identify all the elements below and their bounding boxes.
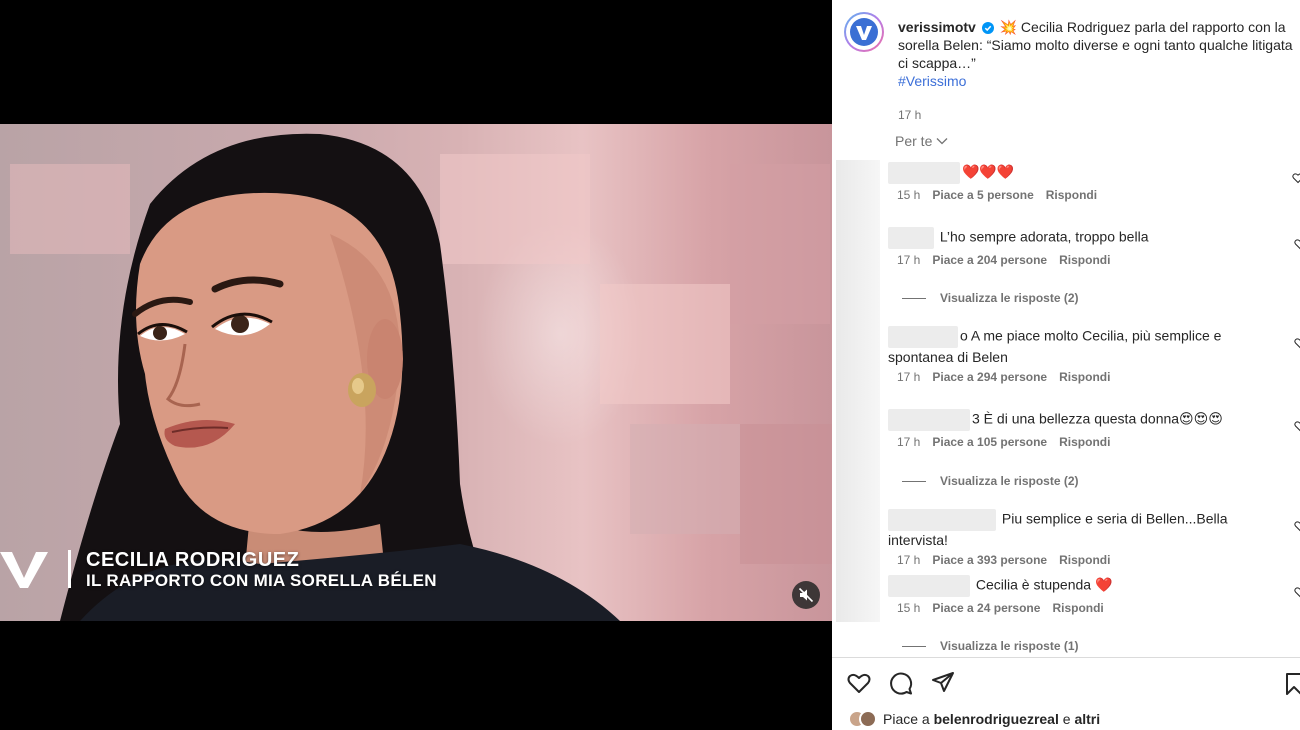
comment-item: L’ho sempre adorata, troppo bella 17 h P… [888,227,1288,267]
post-action-bar [846,670,956,696]
mute-button[interactable] [792,581,820,609]
lower-third-divider [68,550,71,588]
lower-third-subtitle: IL RAPPORTO CON MIA SORELLA BÉLEN [86,571,437,590]
view-replies-button[interactable]: Visualizza le risposte (2) [902,291,1079,305]
blurred-strip [836,160,880,622]
username-link[interactable]: verissimotv [898,19,976,35]
comment-likes-link[interactable]: Piace a 105 persone [932,435,1047,449]
share-icon[interactable] [930,670,956,696]
reply-button[interactable]: Rispondi [1059,435,1110,449]
comment-time: 17 h [897,253,921,267]
comment-text: Cecilia è stupenda ❤️ [975,576,1113,593]
woman-portrait [60,133,620,621]
verified-badge-icon [981,22,994,34]
lower-third-name: CECILIA RODRIGUEZ [86,549,300,571]
redacted-username [888,575,970,597]
comment-text: L’ho sempre adorata, troppo bella [939,228,1149,245]
comment-item: ❤️❤️❤️ 15 h Piace a 5 persone Rispondi [888,162,1288,202]
video-frame[interactable]: CECILIA RODRIGUEZ IL RAPPORTO CON MIA SO… [0,124,832,621]
comment-likes-link[interactable]: Piace a 294 persone [932,370,1047,384]
verissimo-logo-icon [850,18,878,46]
liker-username-link[interactable]: belenrodriguezreal [934,711,1059,727]
view-replies-button[interactable]: Visualizza le risposte (1) [902,639,1079,653]
comment-text: 3 È di una bellezza questa donna😍😍😍 [972,410,1223,427]
hashtag-link[interactable]: #Verissimo [898,72,1298,90]
caption-timestamp: 17 h [898,108,922,122]
comment-like-icon[interactable] [1294,420,1300,432]
redacted-username [888,326,958,348]
verissimo-v-logo [0,552,48,588]
likes-connector: e [1062,711,1071,727]
post-side-panel: verissimotv 💥 Cecilia Rodriguez parla de… [832,0,1300,730]
avatar[interactable] [844,12,884,52]
comment-likes-link[interactable]: Piace a 24 persone [932,601,1040,615]
video-pane[interactable]: CECILIA RODRIGUEZ IL RAPPORTO CON MIA SO… [0,0,832,730]
comment-likes-link[interactable]: Piace a 204 persone [932,253,1047,267]
comment-like-icon[interactable] [1294,238,1300,250]
redacted-username [888,509,996,531]
avatar [859,710,877,728]
comment-time: 15 h [897,188,921,202]
comment-like-icon[interactable] [1292,172,1300,184]
sort-label: Per te [895,133,933,149]
likes-prefix: Piace a [883,711,930,727]
chevron-down-icon [936,138,948,145]
comment-item: o A me piace molto Cecilia, più semplice… [888,326,1288,384]
redacted-username [888,227,934,249]
divider [832,657,1300,658]
comment-time: 17 h [897,435,921,449]
comment-item: Piu semplice e seria di Bellen...Bella i… [888,509,1288,567]
view-replies-label: Visualizza le risposte (1) [940,639,1079,653]
reply-button[interactable]: Rispondi [1046,188,1097,202]
redacted-username [888,409,970,431]
comment-sort-toggle[interactable]: Per te [895,133,948,149]
heart-icon[interactable] [846,670,872,696]
comment-item: 3 È di una bellezza questa donna😍😍😍 17 h… [888,409,1288,449]
view-replies-label: Visualizza le risposte (2) [940,474,1079,488]
comment-likes-link[interactable]: Piace a 5 persone [932,188,1033,202]
view-replies-button[interactable]: Visualizza le risposte (2) [902,474,1079,488]
comment-icon[interactable] [888,670,914,696]
caption-text: verissimotv 💥 Cecilia Rodriguez parla de… [898,18,1298,90]
likes-others-link[interactable]: altri [1074,711,1100,727]
view-replies-label: Visualizza le risposte (2) [940,291,1079,305]
comment-like-icon[interactable] [1294,337,1300,349]
reply-button[interactable]: Rispondi [1059,370,1110,384]
bookmark-icon[interactable] [1284,672,1300,696]
reply-button[interactable]: Rispondi [1052,601,1103,615]
comment-text: ❤️❤️❤️ [962,163,1015,180]
redacted-username [888,162,960,184]
speaker-muted-icon [798,587,814,603]
reply-button[interactable]: Rispondi [1059,553,1110,567]
comment-item: Cecilia è stupenda ❤️ 15 h Piace a 24 pe… [888,575,1288,615]
comment-like-icon[interactable] [1294,586,1300,598]
comment-likes-link[interactable]: Piace a 393 persone [932,553,1047,567]
reply-button[interactable]: Rispondi [1059,253,1110,267]
comment-time: 17 h [897,370,921,384]
comment-like-icon[interactable] [1294,520,1300,532]
likes-summary: Piace a belenrodriguezreal e altri [848,710,1100,728]
comment-time: 15 h [897,601,921,615]
comment-time: 17 h [897,553,921,567]
